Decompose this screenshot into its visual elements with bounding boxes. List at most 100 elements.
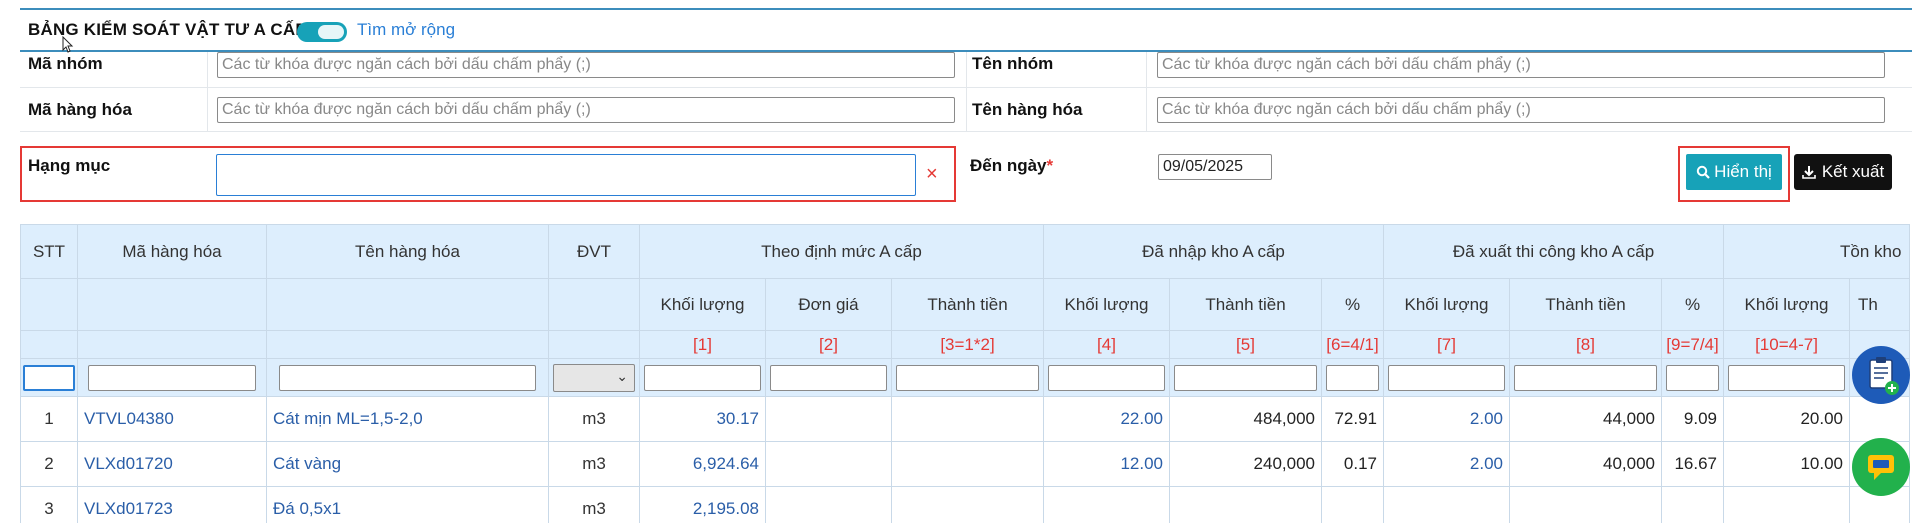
- chat-fab-button[interactable]: [1852, 438, 1910, 496]
- table-row[interactable]: 1 VTVL04380 Cát mịn ML=1,5-2,0 m3 30.17 …: [20, 396, 1910, 442]
- header-stock-qty: Khối lượng: [1723, 278, 1850, 331]
- header-stock-amount: Th: [1849, 278, 1910, 331]
- filter-norm-amount-input[interactable]: [896, 364, 1039, 391]
- cell-export-amount: 40,000: [1509, 441, 1662, 487]
- filter-code-input[interactable]: [88, 364, 256, 391]
- cell-export-pct: 16.67: [1661, 441, 1724, 487]
- filter-norm-qty-input[interactable]: [644, 364, 761, 391]
- formula-8: [8]: [1509, 330, 1662, 359]
- cell-name-link[interactable]: Cát mịn ML=1,5-2,0: [266, 396, 549, 442]
- category-highlight-box: [20, 146, 956, 202]
- cell-export-pct: [1661, 486, 1724, 523]
- to-date-input[interactable]: [1158, 154, 1272, 180]
- cell-code-link[interactable]: VLXd01720: [77, 441, 267, 487]
- header-stt: STT: [20, 224, 78, 279]
- table-row[interactable]: 3 VLXd01723 Đá 0,5x1 m3 2,195.08: [20, 486, 1910, 523]
- cell-export-pct: 9.09: [1661, 396, 1724, 442]
- filter-norm-price-input[interactable]: [770, 364, 887, 391]
- cell-export-amount: 44,000: [1509, 396, 1662, 442]
- cell-import-qty: 22.00: [1043, 396, 1170, 442]
- cell-import-pct: 0.17: [1321, 441, 1384, 487]
- formula-1: [1]: [639, 330, 766, 359]
- cell-unit: m3: [548, 396, 640, 442]
- formula-10: [10=4-7]: [1723, 330, 1850, 359]
- cell-import-qty: 12.00: [1043, 441, 1170, 487]
- panel-header: BẢNG KIỂM SOÁT VẬT TƯ A CẤP Tìm mở rộng: [20, 8, 1912, 52]
- cell-unit: m3: [548, 441, 640, 487]
- group-name-input[interactable]: [1157, 52, 1885, 78]
- filter-export-qty-input[interactable]: [1388, 364, 1505, 391]
- cell-norm-amount: [891, 396, 1044, 442]
- column-filter-row: ⌄: [20, 358, 1910, 397]
- toggle-knob: [318, 25, 344, 39]
- expand-search-link[interactable]: Tìm mở rộng: [357, 20, 455, 40]
- cell-export-amount: [1509, 486, 1662, 523]
- item-code-label: Mã hàng hóa: [28, 100, 132, 119]
- cell-export-qty: [1383, 486, 1510, 523]
- header-export-pct: %: [1661, 278, 1724, 331]
- cell-import-qty: [1043, 486, 1170, 523]
- filter-import-qty-input[interactable]: [1048, 364, 1165, 391]
- cell-norm-price: [765, 486, 892, 523]
- cell-norm-qty: 30.17: [639, 396, 766, 442]
- filter-stt-input[interactable]: [23, 364, 75, 391]
- cell-stt: 3: [20, 486, 78, 523]
- cell-export-qty: 2.00: [1383, 396, 1510, 442]
- formula-7: [7]: [1383, 330, 1510, 359]
- table-row[interactable]: 2 VLXd01720 Cát vàng m3 6,924.64 12.00 2…: [20, 441, 1910, 487]
- cell-import-amount: 484,000: [1169, 396, 1322, 442]
- filter-export-amount-input[interactable]: [1514, 364, 1657, 391]
- filter-row-group: Mã nhóm Tên nhóm: [20, 52, 1912, 88]
- to-date-label: Đến ngày*: [970, 156, 1054, 175]
- formula-2: [2]: [765, 330, 892, 359]
- clipboard-fab-button[interactable]: [1852, 346, 1910, 404]
- clipboard-icon: [1869, 357, 1899, 395]
- cell-import-amount: [1169, 486, 1322, 523]
- filter-unit-select[interactable]: ⌄: [553, 363, 635, 392]
- chat-bubble-icon: [1868, 455, 1894, 480]
- cell-name-link[interactable]: Cát vàng: [266, 441, 549, 487]
- chevron-down-icon: ⌄: [616, 367, 628, 384]
- cell-norm-qty: 2,195.08: [639, 486, 766, 523]
- header-group-norm: Theo định mức A cấp: [639, 224, 1044, 279]
- header-norm-price: Đơn giá: [765, 278, 892, 331]
- filter-stock-qty-input[interactable]: [1728, 364, 1845, 391]
- header-export-qty: Khối lượng: [1383, 278, 1510, 331]
- cell-stock-qty: 20.00: [1723, 396, 1850, 442]
- cell-norm-amount: [891, 486, 1044, 523]
- header-group-export: Đã xuất thi công kho A cấp: [1383, 224, 1724, 279]
- export-button[interactable]: Kết xuất: [1794, 154, 1892, 190]
- formula-3: [3=1*2]: [891, 330, 1044, 359]
- cell-norm-amount: [891, 441, 1044, 487]
- filter-row-item: Mã hàng hóa Tên hàng hóa: [20, 88, 1912, 132]
- formula-9: [9=7/4]: [1661, 330, 1724, 359]
- group-name-label: Tên nhóm: [972, 54, 1054, 73]
- cell-name-link[interactable]: Đá 0,5x1: [266, 486, 549, 523]
- formula-5: [5]: [1169, 330, 1322, 359]
- filter-import-pct-input[interactable]: [1326, 364, 1379, 391]
- show-highlight-box: [1678, 146, 1790, 202]
- filter-import-amount-input[interactable]: [1174, 364, 1317, 391]
- filter-export-pct-input[interactable]: [1666, 364, 1719, 391]
- filter-name-input[interactable]: [279, 364, 536, 391]
- header-item-code: Mã hàng hóa: [77, 224, 267, 279]
- group-code-label: Mã nhóm: [28, 54, 103, 73]
- item-name-input[interactable]: [1157, 97, 1885, 123]
- header-group-stock: Tồn kho: [1723, 224, 1910, 279]
- cell-code-link[interactable]: VTVL04380: [77, 396, 267, 442]
- cell-stt: 2: [20, 441, 78, 487]
- cell-norm-price: [765, 396, 892, 442]
- cell-import-pct: [1321, 486, 1384, 523]
- cell-code-link[interactable]: VLXd01723: [77, 486, 267, 523]
- expand-toggle[interactable]: [297, 22, 347, 42]
- header-item-name: Tên hàng hóa: [266, 224, 549, 279]
- cell-stock-qty: 10.00: [1723, 441, 1850, 487]
- cell-stt: 1: [20, 396, 78, 442]
- item-code-input[interactable]: [217, 97, 955, 123]
- header-norm-amount: Thành tiền: [891, 278, 1044, 331]
- cell-import-pct: 72.91: [1321, 396, 1384, 442]
- formula-4: [4]: [1043, 330, 1170, 359]
- group-code-input[interactable]: [217, 52, 955, 78]
- cell-stock-qty: [1723, 486, 1850, 523]
- cell-import-amount: 240,000: [1169, 441, 1322, 487]
